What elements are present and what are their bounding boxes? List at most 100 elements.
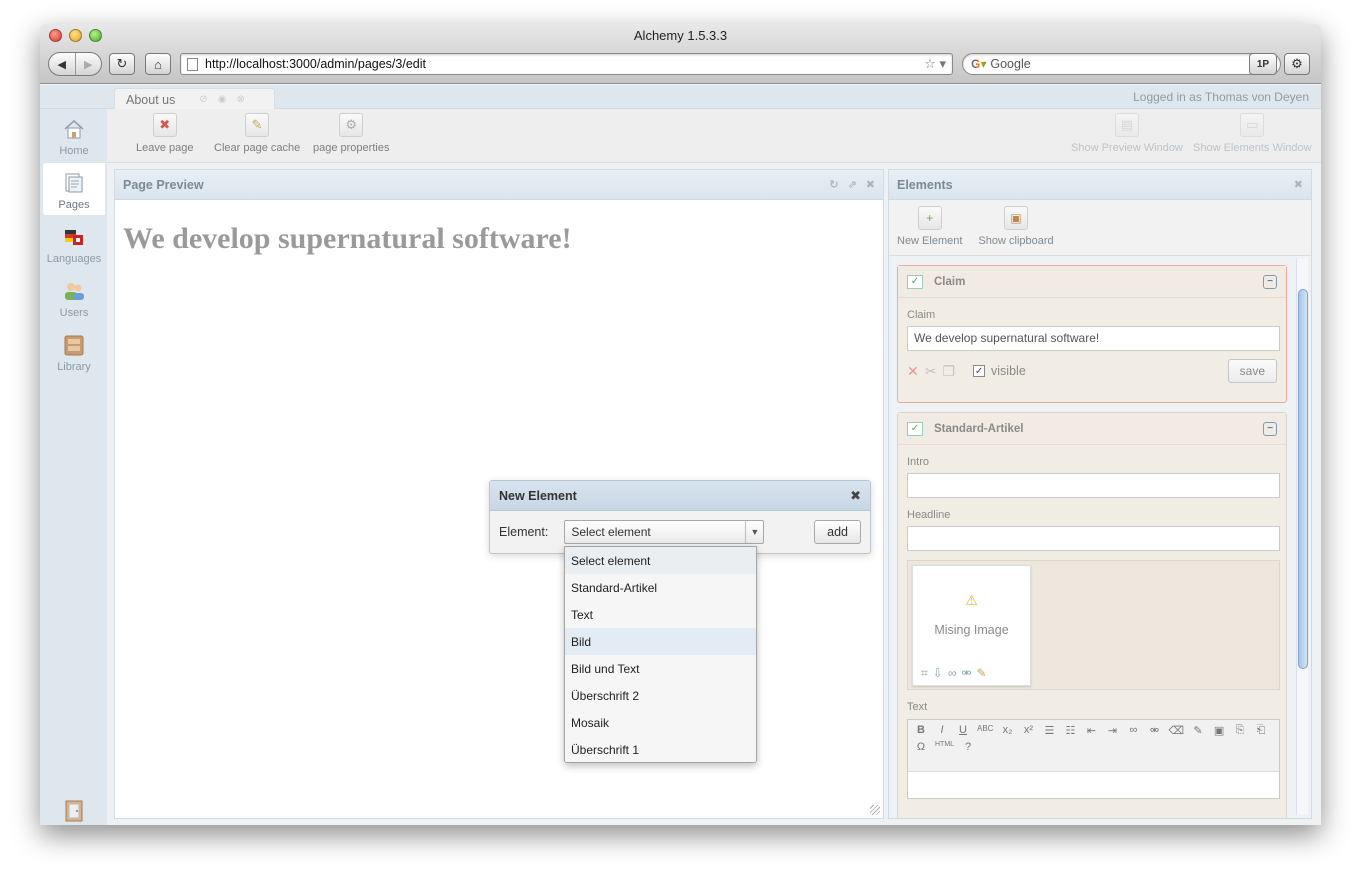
scrollbar-thumb[interactable]: [1298, 289, 1308, 669]
claim-input[interactable]: We develop supernatural software!: [907, 326, 1280, 351]
close-icon[interactable]: ✖: [866, 178, 875, 191]
sidebar-item-languages[interactable]: Languages: [43, 217, 105, 269]
sidebar-item-label: Pages: [58, 199, 90, 211]
settings-button[interactable]: ⚙: [1284, 53, 1310, 75]
tab-about-us[interactable]: About us ⊘ ◉ ⊗: [114, 88, 275, 110]
document-icon: [187, 57, 198, 71]
bookmark-star-icon[interactable]: ☆ ▾: [924, 56, 946, 72]
outdent-icon[interactable]: ⇤: [1084, 724, 1098, 737]
element-standard-artikel[interactable]: ✓ Standard-Artikel − Intro Headline ⚠ Mi…: [897, 412, 1287, 818]
dropdown-option[interactable]: Standard-Artikel: [565, 574, 756, 601]
page-properties-button[interactable]: ⚙ page properties: [313, 113, 389, 154]
refresh-icon[interactable]: ↻: [829, 178, 838, 191]
back-button[interactable]: ◀: [49, 53, 75, 75]
clear-cache-label: Clear page cache: [214, 142, 301, 154]
home-icon: [62, 117, 86, 141]
italic-icon[interactable]: I: [935, 724, 949, 737]
visible-checkbox[interactable]: ✓: [973, 365, 986, 377]
clean-icon[interactable]: ✎: [1191, 724, 1205, 737]
sidebar-item-users[interactable]: Users: [43, 271, 105, 323]
unlink-icon[interactable]: ⚮: [961, 666, 971, 681]
paste-text-icon[interactable]: ⎘: [1233, 724, 1247, 737]
bullet-list-icon[interactable]: ☷: [1063, 724, 1077, 737]
save-button[interactable]: save: [1227, 359, 1277, 383]
elements-header: Elements ✖: [889, 170, 1311, 200]
edit-icon[interactable]: ✎: [976, 666, 986, 681]
rich-text-editor[interactable]: B I U ABC x₂ x² ☰ ☷ ⇤ ⇥ ∞ ⚮ ⌫ ✎ ▣ ⎘ ⎗ Ω …: [907, 719, 1280, 799]
dropdown-option[interactable]: Text: [565, 601, 756, 628]
element-select[interactable]: Select element ▼: [564, 520, 765, 544]
address-bar[interactable]: http://localhost:3000/admin/pages/3/edit…: [180, 53, 953, 75]
collapse-icon[interactable]: −: [1263, 421, 1277, 436]
html-source-button[interactable]: HTML: [935, 741, 954, 753]
tab-lock-icon[interactable]: ⊘: [199, 94, 207, 105]
copy-icon[interactable]: ❐: [942, 363, 955, 380]
intro-input[interactable]: [907, 473, 1280, 498]
browser-chrome: Alchemy 1.5.3.3 ◀ ▶ ↻ ⌂ http://localhost…: [40, 24, 1321, 84]
close-icon[interactable]: ✖: [850, 488, 861, 504]
add-button[interactable]: add: [814, 520, 861, 544]
special-char-icon[interactable]: Ω: [914, 741, 928, 753]
show-preview-window-button[interactable]: ▤ Show Preview Window: [1071, 113, 1183, 154]
reload-button[interactable]: ↻: [109, 53, 135, 75]
sidebar-item-library[interactable]: Library: [43, 325, 105, 377]
element-header[interactable]: ✓ Standard-Artikel −: [898, 413, 1286, 445]
underline-icon[interactable]: U: [956, 724, 970, 737]
leave-page-button[interactable]: ✖ Leave page: [136, 113, 194, 154]
element-check-icon: ✓: [907, 274, 923, 289]
show-clipboard-button[interactable]: ▣ Show clipboard: [978, 206, 1054, 249]
help-icon[interactable]: ?: [961, 741, 975, 753]
fullscreen-icon[interactable]: ▣: [1212, 724, 1226, 737]
dropdown-option[interactable]: Mosaik: [565, 709, 756, 736]
visible-toggle[interactable]: ✓ visible: [973, 364, 1026, 378]
headline-input[interactable]: [907, 526, 1280, 551]
strikethrough-icon[interactable]: ABC: [977, 724, 993, 737]
element-claim[interactable]: ✓ Claim − Claim We develop supernatural …: [897, 265, 1287, 403]
google-logo-icon[interactable]: G▾: [971, 57, 986, 71]
sidebar-item-pages[interactable]: Pages: [43, 163, 105, 215]
external-link-icon[interactable]: ⇗: [848, 178, 857, 191]
indent-icon[interactable]: ⇥: [1105, 724, 1119, 737]
crop-icon[interactable]: ⌗: [921, 666, 928, 681]
close-icon[interactable]: ✖: [1294, 178, 1303, 191]
new-element-button[interactable]: + New Element: [897, 206, 962, 249]
link-icon[interactable]: ∞: [948, 666, 957, 681]
dropdown-option[interactable]: Überschrift 1: [565, 736, 756, 762]
show-elements-window-button[interactable]: ▭ Show Elements Window: [1193, 113, 1312, 154]
dropdown-option[interactable]: Überschrift 2: [565, 682, 756, 709]
paste-word-icon[interactable]: ⎗: [1254, 724, 1268, 737]
dropdown-option[interactable]: Select element: [565, 547, 756, 574]
trash-icon[interactable]: ✕: [907, 363, 919, 380]
unlink-icon[interactable]: ⚮: [1147, 724, 1161, 737]
chevron-down-icon[interactable]: ▼: [745, 521, 763, 543]
cut-icon[interactable]: ✂: [925, 363, 937, 380]
search-placeholder[interactable]: Google: [990, 57, 1263, 71]
subscript-icon[interactable]: x₂: [1000, 724, 1014, 737]
link-icon[interactable]: ∞: [1126, 724, 1140, 737]
onepassword-button[interactable]: 1P: [1249, 53, 1277, 75]
tab-visible-icon[interactable]: ◉: [218, 94, 227, 105]
dropdown-option[interactable]: Bild und Text: [565, 655, 756, 682]
flags-icon: [62, 225, 86, 249]
swap-image-icon[interactable]: ⇩: [933, 666, 943, 681]
logout-button[interactable]: logout: [40, 799, 107, 825]
collapse-icon[interactable]: −: [1263, 274, 1277, 289]
visible-label: visible: [991, 364, 1026, 378]
element-header[interactable]: ✓ Claim −: [898, 266, 1286, 298]
forward-button[interactable]: ▶: [74, 53, 102, 75]
url-text[interactable]: http://localhost:3000/admin/pages/3/edit: [205, 57, 924, 71]
dropdown-option[interactable]: Bild: [565, 628, 756, 655]
clear-cache-button[interactable]: ✎ Clear page cache: [214, 113, 300, 154]
bold-icon[interactable]: B: [914, 724, 928, 737]
resize-grip[interactable]: [870, 805, 880, 815]
tab-close-icon[interactable]: ⊗: [236, 94, 244, 105]
eraser-icon[interactable]: ⌫: [1168, 724, 1184, 737]
elements-scrollbar[interactable]: [1296, 259, 1308, 815]
elements-title: Elements: [897, 177, 953, 192]
home-button[interactable]: ⌂: [145, 53, 171, 75]
ordered-list-icon[interactable]: ☰: [1042, 724, 1056, 737]
superscript-icon[interactable]: x²: [1021, 724, 1035, 737]
sidebar-item-label: Languages: [46, 253, 102, 265]
search-field[interactable]: G▾ Google ⚲: [962, 53, 1281, 75]
sidebar-item-home[interactable]: Home: [43, 109, 105, 161]
